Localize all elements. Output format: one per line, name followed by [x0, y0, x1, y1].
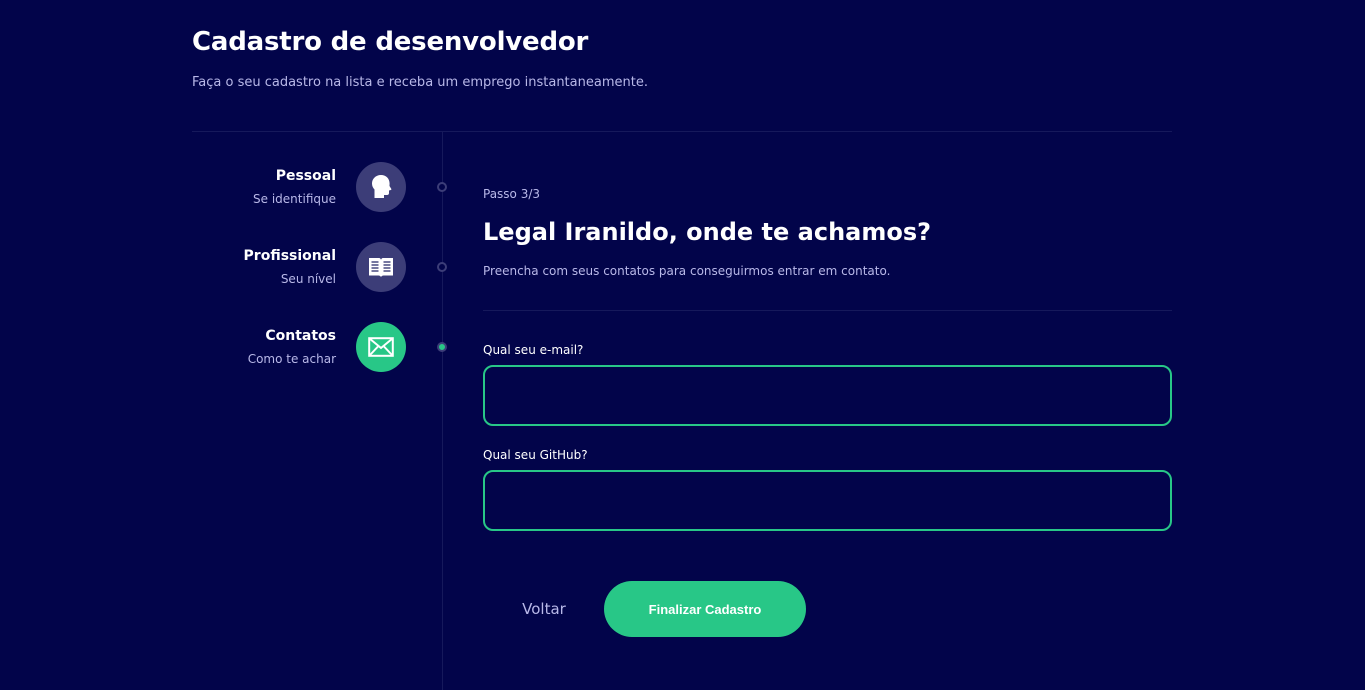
step-profissional-text: Profissional Seu nível [244, 248, 336, 287]
step-pessoal-badge [356, 162, 406, 212]
github-field[interactable] [483, 470, 1172, 531]
mail-icon [368, 337, 394, 357]
step-title: Contatos [265, 328, 336, 344]
step-profissional: Profissional Seu nível [192, 242, 458, 292]
book-icon [369, 258, 393, 277]
steps-divider-line [442, 132, 443, 690]
header-divider [192, 131, 1172, 132]
email-field[interactable] [483, 365, 1172, 426]
finish-button[interactable]: Finalizar Cadastro [604, 581, 806, 637]
step-title: Pessoal [275, 168, 336, 184]
step-contatos: Contatos Como te achar [192, 322, 458, 372]
step-subtitle: Se identifique [253, 192, 336, 206]
step-pessoal-dot [437, 182, 447, 192]
back-button[interactable]: Voltar [508, 593, 580, 625]
step-contatos-text: Contatos Como te achar [248, 328, 336, 367]
form-divider [483, 310, 1172, 311]
email-label: Qual seu e-mail? [483, 343, 584, 357]
step-title: Profissional [243, 248, 336, 264]
page-title: Cadastro de desenvolvedor [192, 27, 589, 57]
step-profissional-badge [356, 242, 406, 292]
step-contatos-badge [356, 322, 406, 372]
form-description: Preencha com seus contatos para consegui… [483, 264, 891, 278]
step-profissional-dot [437, 262, 447, 272]
step-pessoal-text: Pessoal Se identifique [253, 168, 336, 207]
form-heading: Legal Iranildo, onde te achamos? [483, 218, 932, 246]
step-counter: Passo 3/3 [483, 187, 541, 201]
step-subtitle: Seu nível [280, 272, 336, 286]
github-label: Qual seu GitHub? [483, 448, 588, 462]
page-subtitle: Faça o seu cadastro na lista e receba um… [192, 75, 648, 90]
step-contatos-dot [437, 342, 447, 352]
step-subtitle: Como te achar [247, 352, 336, 366]
person-head-icon [372, 175, 392, 198]
step-pessoal: Pessoal Se identifique [192, 162, 458, 212]
